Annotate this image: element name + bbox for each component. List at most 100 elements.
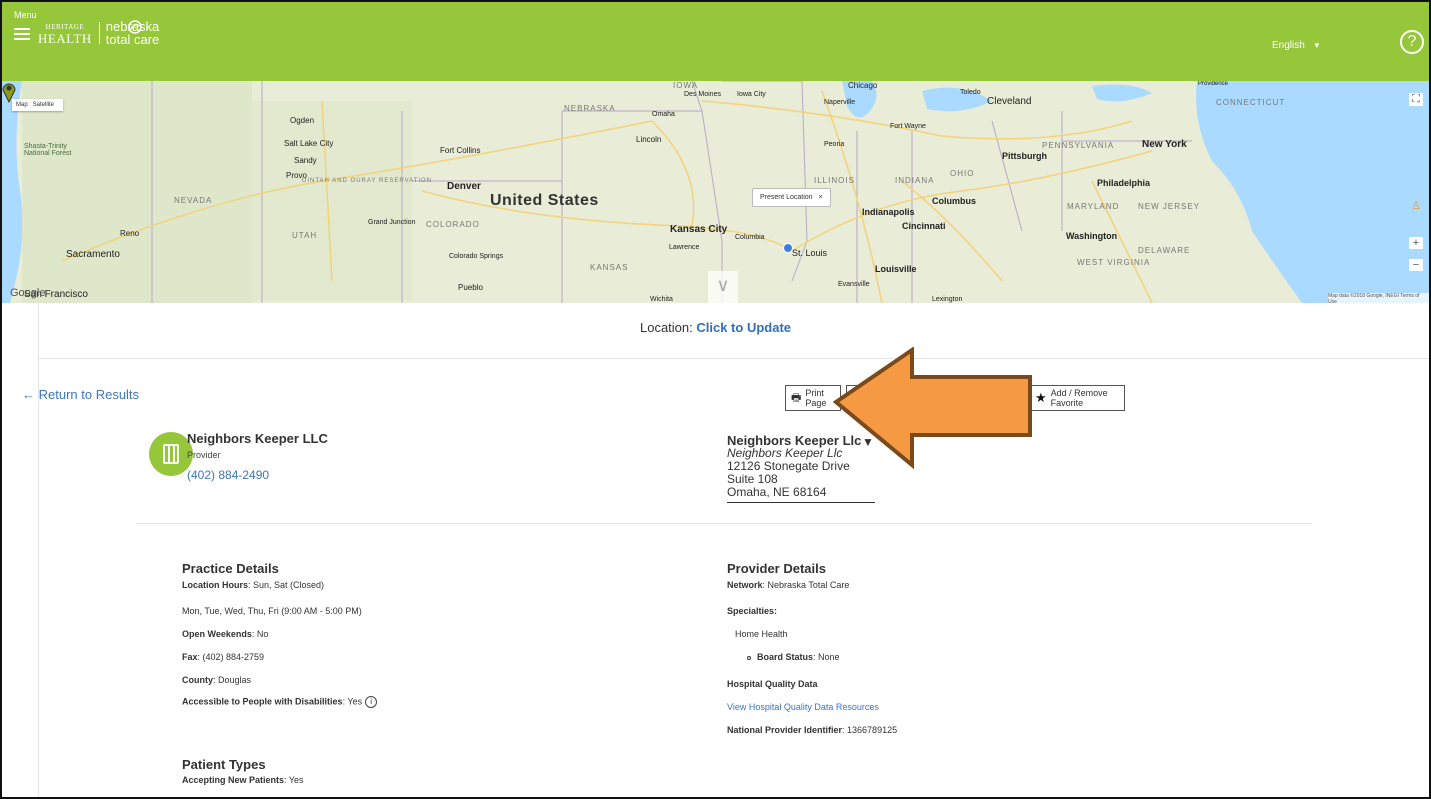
zoom-in-icon[interactable]: +: [1409, 237, 1423, 249]
top-bar: Menu HERITAGE HEALTH nebraska total care E…: [2, 2, 1429, 81]
return-to-results-link[interactable]: ← Return to Results: [22, 387, 139, 402]
map-poi-label: Shasta-Trinity National Forest: [24, 143, 72, 157]
map-canvas: [2, 81, 1429, 303]
map-city-label: Fort Wayne: [890, 123, 926, 130]
caret-down-icon: ▼: [1312, 41, 1321, 50]
map-city-label: Columbus: [932, 196, 976, 206]
page-frame: Menu HERITAGE HEALTH nebraska total care E…: [0, 0, 1431, 799]
map-state-label: OHIO: [950, 169, 975, 178]
map-city-label: Washington: [1066, 231, 1118, 241]
map-credit: Map data ©2018 Google, INEGI Terms of Us…: [1328, 293, 1429, 303]
map-city-label: Omaha: [652, 111, 675, 118]
location-label: Location:: [639, 320, 693, 335]
map-pin-icon[interactable]: [2, 81, 16, 103]
map-state-label: NEBRASKA: [564, 104, 616, 113]
map-city-label: Lexington: [932, 296, 963, 303]
logo[interactable]: HERITAGE HEALTH nebraska total care: [38, 20, 159, 46]
map-state-label: COLORADO: [426, 220, 480, 229]
npi: National Provider Identifier: 1366789125: [727, 725, 898, 735]
map-state-label: MARYLAND: [1067, 202, 1120, 211]
map-city-label: Iowa City: [737, 91, 766, 98]
open-weekends: Open Weekends: No: [182, 629, 269, 639]
accepting-new-patients: Accepting New Patients: Yes: [182, 775, 304, 785]
street-view-icon[interactable]: ♙: [1409, 199, 1423, 212]
language-select[interactable]: English ▼: [1272, 40, 1321, 51]
map-city-label: Lincoln: [636, 135, 662, 144]
map-city-label: Lawrence: [669, 244, 700, 251]
map-city-label: New York: [1142, 139, 1187, 150]
map-type-map[interactable]: Map: [16, 102, 28, 108]
map-city-label: Wichita: [650, 296, 673, 303]
map-state-label: ILLINOIS: [814, 176, 855, 185]
divider: [38, 358, 1429, 359]
popup-text: Present Location: [760, 194, 813, 201]
fullscreen-icon[interactable]: ⛶: [1409, 93, 1423, 106]
menu-button[interactable]: Menu: [14, 10, 37, 40]
map-city-label: Sandy: [294, 156, 317, 165]
provider-name: Neighbors Keeper LLC: [187, 431, 328, 446]
map-city-label: Colorado Springs: [449, 253, 504, 260]
map-city-label: Fort Collins: [440, 146, 481, 155]
map-city-label: St. Louis: [792, 248, 828, 258]
map-city-label: Evansville: [838, 281, 870, 288]
chevron-down-icon[interactable]: ∨: [708, 271, 738, 303]
google-logo: Google: [10, 287, 46, 299]
map-city-label: Grand Junction: [368, 219, 416, 226]
board-status: Board Status: None: [747, 652, 840, 662]
map-state-label: IOWA: [673, 81, 699, 90]
network: Network: Nebraska Total Care: [727, 580, 850, 590]
map-city-label: Toledo: [960, 89, 981, 96]
address-city: Omaha, NE 68164: [727, 485, 827, 499]
map-city-label: Cincinnati: [902, 221, 946, 231]
map[interactable]: Map Satellite United States NEBRASKA NEVA…: [2, 81, 1429, 303]
map-city-label: Des Moines: [684, 91, 721, 98]
map-type-toggle[interactable]: Map Satellite: [12, 99, 64, 111]
map-country-label: United States: [490, 192, 599, 209]
map-state-label: WEST VIRGINIA: [1077, 258, 1151, 267]
patient-types-heading: Patient Types: [182, 757, 266, 772]
printer-icon: 🖶: [791, 391, 802, 404]
zoom-out-icon[interactable]: −: [1409, 259, 1423, 271]
map-city-label: Cleveland: [987, 96, 1032, 107]
map-state-label: INDIANA: [895, 176, 935, 185]
map-city-label: Pueblo: [458, 283, 483, 292]
leaf-icon: [128, 20, 142, 34]
map-city-label: Philadelphia: [1097, 178, 1151, 188]
map-state-label: KANSAS: [590, 263, 629, 272]
hospital-quality-heading: Hospital Quality Data: [727, 679, 818, 689]
provider-type: Provider: [187, 450, 221, 460]
map-city-label: Kansas City: [670, 224, 728, 235]
map-city-label: Reno: [120, 229, 140, 238]
location-hours-weekdays: Mon, Tue, Wed, Thu, Fri (9:00 AM - 5:00 …: [182, 606, 362, 616]
info-icon[interactable]: i: [365, 696, 378, 708]
help-button[interactable]: ?: [1400, 30, 1424, 54]
accessibility: Accessible to People with Disabilities: …: [182, 696, 378, 708]
provider-details-heading: Provider Details: [727, 561, 826, 576]
favorite-button[interactable]: ★ Add / Remove Favorite: [1029, 385, 1125, 411]
county: County: Douglas: [182, 675, 252, 685]
map-city-label: Peoria: [824, 141, 845, 148]
hamburger-icon[interactable]: [14, 28, 30, 40]
location-update-link[interactable]: Click to Update: [696, 320, 791, 335]
map-city-label: Naperville: [824, 99, 856, 106]
map-city-label: Chicago: [848, 81, 878, 90]
map-type-satellite[interactable]: Satellite: [33, 102, 54, 108]
practice-details-heading: Practice Details: [182, 561, 279, 576]
divider: [136, 523, 1312, 524]
map-city-label: Indianapolis: [862, 207, 915, 217]
logo-heritage: HERITAGE HEALTH: [38, 22, 100, 45]
specialties: Specialties:: [727, 606, 778, 616]
map-city-label: Ogden: [290, 116, 315, 125]
map-state-label: UTAH: [292, 231, 318, 240]
close-icon[interactable]: ×: [819, 194, 823, 201]
map-city-label: Providence: [1198, 81, 1229, 87]
favorite-label: Add / Remove Favorite: [1050, 388, 1108, 408]
map-city-label: Denver: [447, 181, 481, 192]
map-city-label: Columbia: [735, 234, 765, 241]
hospital-quality-link[interactable]: View Hospital Quality Data Resources: [727, 702, 879, 712]
map-poi-label: UINTAH AND OURAY RESERVATION: [302, 178, 433, 184]
map-city-label: Louisville: [875, 264, 917, 274]
language-value: English: [1272, 40, 1305, 51]
fax: Fax: (402) 884-2759: [182, 652, 265, 662]
provider-phone-link[interactable]: (402) 884-2490: [187, 468, 269, 482]
